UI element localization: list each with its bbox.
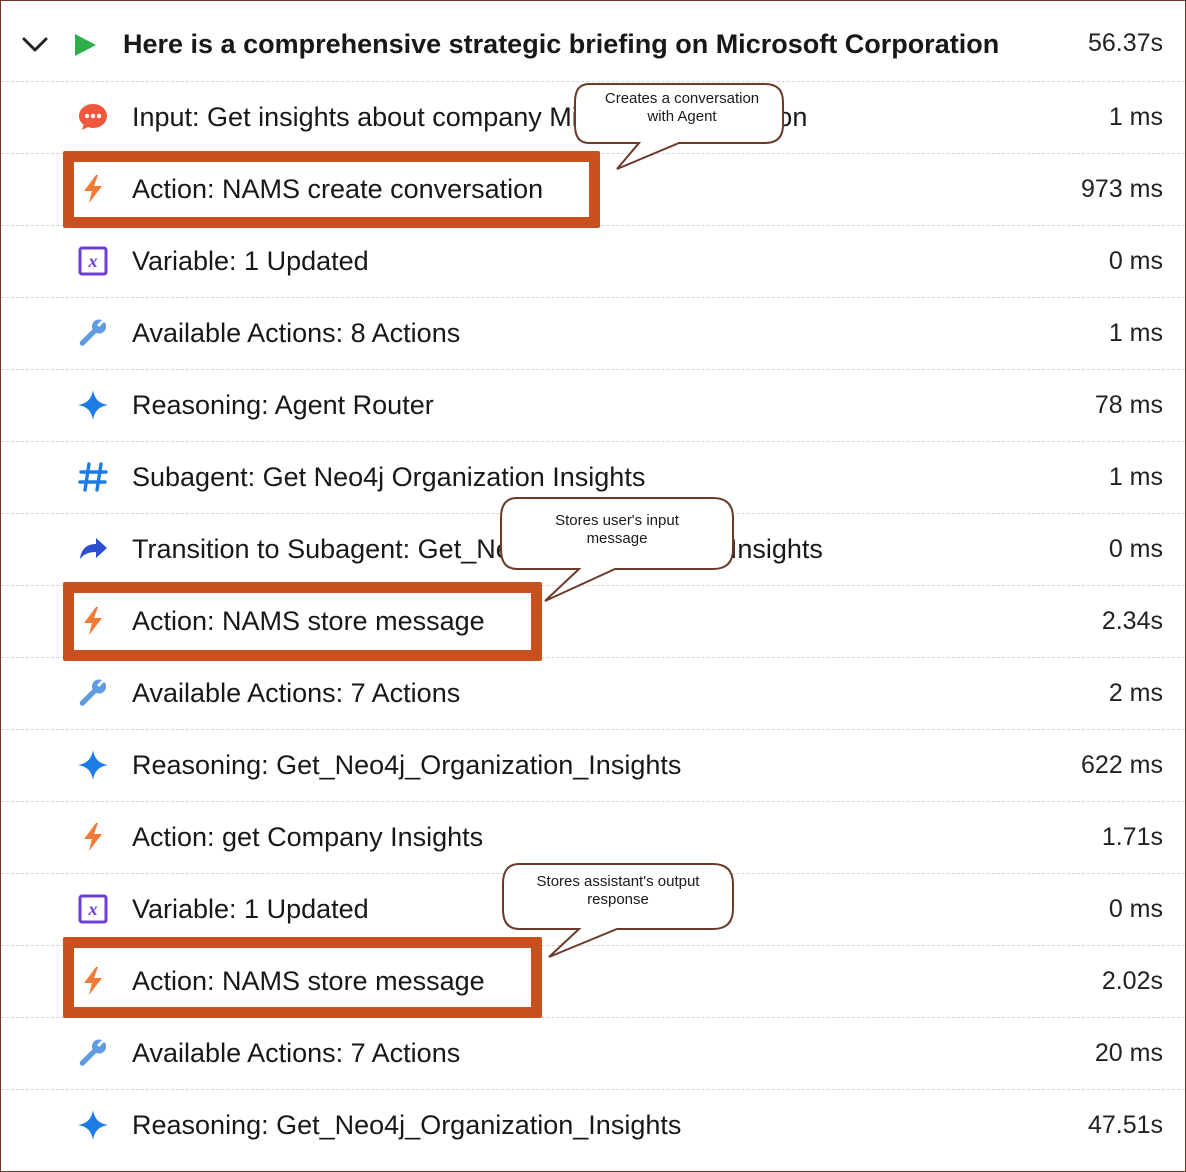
trace-row-available-actions[interactable]: Available Actions: 8 Actions 1 ms xyxy=(1,297,1185,370)
play-icon[interactable] xyxy=(71,31,99,59)
trace-row-time: 2.34s xyxy=(1101,607,1163,635)
callout-line: response xyxy=(587,891,649,908)
variable-icon: x xyxy=(78,894,108,924)
trace-row-label: Variable: 1 Updated xyxy=(132,246,369,276)
trace-row-time: 0 ms xyxy=(1108,247,1163,275)
trace-row-time: 20 ms xyxy=(1094,1039,1163,1067)
trace-row-label: Variable: 1 Updated xyxy=(132,894,369,924)
trace-row-available-actions[interactable]: Available Actions: 7 Actions 2 ms xyxy=(1,657,1185,730)
trace-row-label: Reasoning: Agent Router xyxy=(132,390,434,420)
highlight-box-create-conversation xyxy=(63,151,600,228)
trace-row-label: Reasoning: Get_Neo4j_Organization_Insigh… xyxy=(132,750,682,780)
callout-text-create: Creates a conversation with Agent xyxy=(575,90,789,126)
trace-row-time: 1 ms xyxy=(1108,319,1163,347)
wrench-icon xyxy=(79,1039,107,1066)
svg-text:x: x xyxy=(88,251,98,271)
trace-row-reasoning[interactable]: Reasoning: Get_Neo4j_Organization_Insigh… xyxy=(1,729,1185,802)
wrench-icon xyxy=(79,679,107,706)
trace-row-time: 1 ms xyxy=(1108,463,1163,491)
callout-line: Stores user's input xyxy=(555,512,679,529)
sparkle-icon xyxy=(78,750,108,780)
trace-row-reasoning[interactable]: Reasoning: Agent Router 78 ms xyxy=(1,369,1185,442)
trace-row-reasoning[interactable]: Reasoning: Get_Neo4j_Organization_Insigh… xyxy=(1,1089,1185,1161)
callout-line: message xyxy=(586,530,648,547)
trace-row-label: Available Actions: 8 Actions xyxy=(132,318,461,348)
trace-row-time: 622 ms xyxy=(1081,751,1163,779)
trace-row-subagent[interactable]: Subagent: Get Neo4j Organization Insight… xyxy=(1,441,1185,514)
callout-text-store-input: Stores user's input message xyxy=(501,512,733,548)
redirect-arrow-icon xyxy=(80,538,107,559)
svg-text:x: x xyxy=(88,899,98,919)
trace-title: Here is a comprehensive strategic briefi… xyxy=(123,29,1000,59)
callout-line: with Agent xyxy=(647,108,717,125)
trace-row-time: 2 ms xyxy=(1108,679,1163,707)
variable-icon: x xyxy=(78,246,108,276)
highlight-box-store-input xyxy=(63,582,542,661)
sparkle-icon xyxy=(78,1110,108,1140)
chat-icon xyxy=(79,104,107,130)
wrench-icon xyxy=(79,319,107,346)
trace-row-label: Available Actions: 7 Actions xyxy=(132,678,461,708)
chevron-down-icon[interactable] xyxy=(21,33,49,57)
trace-row-time: 973 ms xyxy=(1081,175,1163,203)
trace-row-time: 78 ms xyxy=(1094,391,1163,419)
trace-row-label: Action: get Company Insights xyxy=(132,822,484,852)
callout-line: Creates a conversation xyxy=(604,90,760,107)
lightning-icon xyxy=(84,823,102,851)
trace-row-time: 47.51s xyxy=(1087,1111,1163,1139)
hash-icon xyxy=(78,462,108,492)
trace-row-time: 2.02s xyxy=(1101,967,1163,995)
trace-row-label: Subagent: Get Neo4j Organization Insight… xyxy=(132,462,646,492)
trace-row-label: Reasoning: Get_Neo4j_Organization_Insigh… xyxy=(132,1110,682,1140)
trace-row-time: 1.71s xyxy=(1101,823,1163,851)
highlight-box-store-output xyxy=(63,937,542,1018)
trace-row-available-actions[interactable]: Available Actions: 7 Actions 20 ms xyxy=(1,1017,1185,1090)
sparkle-icon xyxy=(78,390,108,420)
trace-duration: 56.37s xyxy=(1087,29,1163,57)
trace-panel: Here is a comprehensive strategic briefi… xyxy=(0,0,1186,1172)
trace-row-time: 0 ms xyxy=(1108,895,1163,923)
trace-row-variable[interactable]: x Variable: 1 Updated 0 ms xyxy=(1,225,1185,298)
callout-line: Stores assistant's output xyxy=(536,873,700,890)
trace-row-time: 0 ms xyxy=(1108,535,1163,563)
trace-row-label: Available Actions: 7 Actions xyxy=(132,1038,461,1068)
trace-row-action[interactable]: Action: get Company Insights 1.71s xyxy=(1,801,1185,874)
callout-text-store-output: Stores assistant's output response xyxy=(503,873,733,909)
trace-row-time: 1 ms xyxy=(1108,103,1163,131)
trace-header[interactable]: Here is a comprehensive strategic briefi… xyxy=(1,9,1185,82)
